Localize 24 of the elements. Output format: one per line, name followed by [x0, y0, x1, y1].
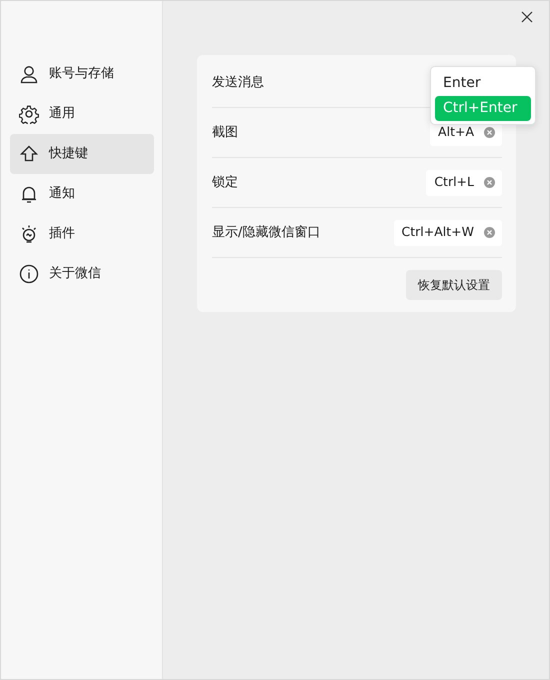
shortcut-label: 发送消息	[212, 74, 264, 92]
settings-icon	[19, 104, 39, 124]
shortcut-field[interactable]: Ctrl+L	[426, 170, 502, 196]
bell-icon	[19, 184, 39, 204]
up-arrow-icon	[19, 144, 39, 164]
shortcut-field[interactable]: Ctrl+Alt+W	[394, 220, 502, 246]
clear-icon[interactable]	[484, 177, 495, 188]
dropdown-option[interactable]: Enter	[435, 71, 531, 96]
sidebar-item[interactable]: 插件	[10, 214, 154, 254]
user-icon	[19, 64, 39, 84]
clear-icon[interactable]	[484, 127, 495, 138]
lightbulb-icon	[19, 224, 39, 244]
sidebar-item[interactable]: 通知	[10, 174, 154, 214]
sidebar-item[interactable]: 快捷键	[10, 134, 154, 174]
reset-button[interactable]: 恢复默认设置	[406, 270, 502, 300]
close-button[interactable]	[520, 10, 534, 24]
shortcut-label: 锁定	[212, 174, 238, 192]
shortcut-label: 截图	[212, 124, 238, 142]
shortcut-label: 显示/隐藏微信窗口	[212, 224, 320, 242]
clear-icon[interactable]	[484, 227, 495, 238]
info-icon	[19, 264, 39, 284]
sidebar-item[interactable]: 关于微信	[10, 254, 154, 294]
sidebar-item[interactable]: 通用	[10, 94, 154, 134]
sidebar-item[interactable]: 账号与存储	[10, 54, 154, 94]
